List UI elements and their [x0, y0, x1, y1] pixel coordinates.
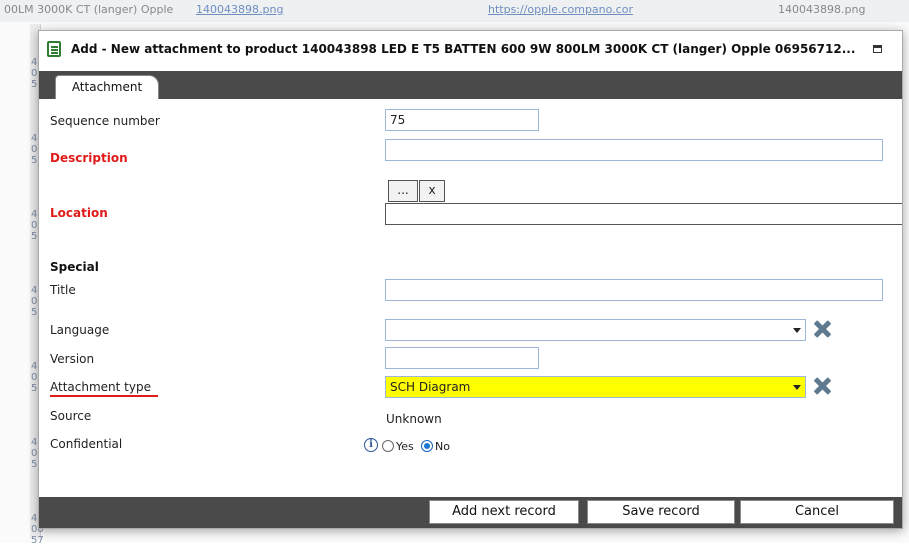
background-header-row: 00LM 3000K CT (langer) Opple 140043898.p…	[0, 0, 909, 22]
confidential-no-radio[interactable]	[421, 440, 433, 452]
attachment-type-select-value: SCH Diagram	[390, 380, 471, 394]
confidential-no-label: No	[435, 440, 450, 453]
add-next-record-button[interactable]: Add next record	[429, 500, 579, 524]
form-icon	[47, 41, 61, 57]
background-row-file-link[interactable]: 140043898.png	[196, 3, 283, 16]
cancel-button[interactable]: Cancel	[740, 500, 894, 524]
info-icon[interactable]: i	[364, 438, 378, 452]
maximize-icon[interactable]	[873, 45, 882, 53]
language-label: Language	[50, 323, 110, 337]
dialog-title: Add - New attachment to product 14004389…	[71, 42, 856, 56]
language-select[interactable]	[385, 319, 806, 341]
attachment-type-underline	[50, 395, 158, 397]
version-label: Version	[50, 352, 95, 366]
description-label: Description	[50, 151, 128, 165]
tab-attachment[interactable]: Attachment	[55, 75, 159, 99]
sequence-number-label: Sequence number	[50, 114, 160, 128]
source-value: Unknown	[386, 412, 442, 426]
title-input[interactable]	[385, 279, 883, 301]
confidential-yes-radio[interactable]	[382, 440, 394, 452]
sequence-number-input[interactable]: 75	[385, 109, 539, 131]
add-attachment-dialog: Add - New attachment to product 14004389…	[38, 30, 903, 529]
version-input[interactable]	[385, 347, 539, 369]
save-record-button[interactable]: Save record	[587, 500, 735, 524]
background-row-url-link[interactable]: https://opple.compano.cor	[488, 3, 633, 16]
clear-attachment-type-icon[interactable]	[811, 375, 833, 397]
confidential-yes-label: Yes	[396, 440, 414, 453]
source-label: Source	[50, 409, 92, 423]
attachment-type-label: Attachment type	[50, 380, 151, 394]
special-heading: Special	[50, 260, 99, 274]
form-content: Sequence number 75 Description ... x Loc…	[39, 99, 902, 497]
dropdown-arrow-icon	[793, 385, 801, 390]
background-row-fragment: 57	[31, 535, 44, 546]
description-input[interactable]	[385, 139, 883, 161]
location-input[interactable]	[385, 203, 902, 225]
dialog-titlebar[interactable]: Add - New attachment to product 14004389…	[39, 31, 902, 71]
background-row-file: 140043898.png	[778, 3, 866, 16]
tab-bar: Attachment	[39, 71, 902, 99]
location-label: Location	[50, 206, 108, 220]
title-label: Title	[50, 283, 76, 297]
dialog-footer: Add next record Save record Cancel	[39, 497, 902, 528]
location-browse-button[interactable]: ...	[388, 180, 418, 202]
attachment-type-select[interactable]: SCH Diagram	[385, 376, 806, 398]
clear-language-icon[interactable]	[811, 318, 833, 340]
background-row-text: 00LM 3000K CT (langer) Opple	[4, 3, 174, 16]
confidential-label: Confidential	[50, 437, 123, 451]
dropdown-arrow-icon	[793, 328, 801, 333]
location-clear-button[interactable]: x	[419, 180, 445, 202]
